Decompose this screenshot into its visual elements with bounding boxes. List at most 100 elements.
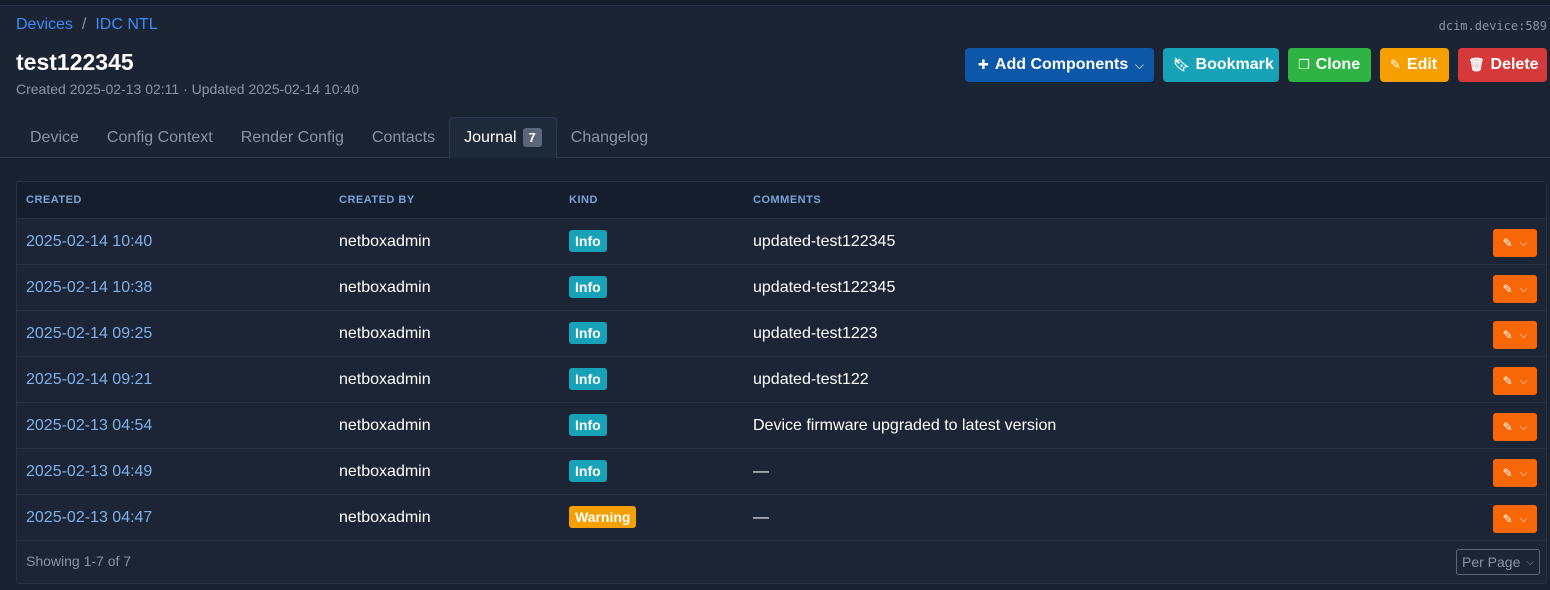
tab-label: Render Config [240,128,344,146]
table-row: 2025-02-14 10:40 netboxadmin Info updated-t… [17,219,1546,265]
kind-badge: Warning [569,505,637,528]
column-kind[interactable]: KIND [569,194,598,206]
journal-entry-link[interactable]: 2025-02-13 04:47 [26,509,152,527]
journal-entry-link[interactable]: 2025-02-14 10:38 [26,279,152,297]
comment-cell: updated-test1223 [753,324,878,342]
chevron-down-icon: ⌵ [1519,421,1528,433]
chevron-down-icon: ⌵ [1519,513,1528,525]
delete-button[interactable]: 🗑︎ Delete [1458,48,1547,82]
pencil-icon: ✎ [1502,282,1513,296]
created-by-cell: netboxadmin [339,278,431,296]
table-row: 2025-02-14 09:21 netboxadmin Info updated-t… [17,357,1546,403]
row-edit-dropdown-button[interactable]: ✎ ⌵ [1493,229,1537,257]
chevron-down-icon: ⌵ [1134,57,1144,72]
add-components-button[interactable]: ✚ Add Components ⌵ [965,48,1154,82]
created-by-cell: netboxadmin [339,508,431,526]
page-title: test122345 [16,49,134,75]
column-created[interactable]: CREATED [26,194,82,206]
created-by-cell: netboxadmin [339,324,431,342]
row-edit-dropdown-button[interactable]: ✎ ⌵ [1493,367,1537,395]
tab-content: CREATED CREATED BY KIND COMMENTS 2025-02… [0,158,1550,590]
journal-entry-link[interactable]: 2025-02-13 04:49 [26,463,152,481]
kind-badge: Info [569,459,607,482]
clone-button[interactable]: ❐ Clone [1288,48,1371,82]
chevron-down-icon: ⌵ [1519,283,1528,295]
delete-label: Delete [1490,56,1539,73]
row-edit-dropdown-button[interactable]: ✎ ⌵ [1493,275,1537,303]
comment-cell: — [753,508,769,526]
row-edit-dropdown-button[interactable]: ✎ ⌵ [1493,413,1537,441]
object-identifier: dcim.device:589 [1438,19,1547,33]
column-created-by[interactable]: CREATED BY [339,194,415,206]
table-row: 2025-02-14 10:38 netboxadmin Info updated-t… [17,265,1546,311]
kind-badge: Info [569,275,607,298]
created-by-cell: netboxadmin [339,232,431,250]
created-by-cell: netboxadmin [339,370,431,388]
comment-cell: updated-test122345 [753,278,896,296]
tab-label: Device [30,128,79,146]
trash-icon: 🗑︎ [1468,57,1485,72]
comment-cell: updated-test122345 [753,232,896,250]
table-header: CREATED CREATED BY KIND COMMENTS [17,182,1546,219]
copy-icon: ❐ [1298,57,1310,72]
per-page-dropdown[interactable]: Per Page ⌵ [1456,549,1540,575]
action-buttons: ✚ Add Components ⌵ 🔖︎ Bookmark ❐ Clone ✎… [965,48,1547,82]
kind-badge: Info [569,413,607,436]
tab-changelog[interactable]: Changelog [557,117,662,158]
pencil-icon: ✎ [1502,466,1513,480]
chevron-down-icon: ⌵ [1519,237,1528,249]
tab-label: Journal [464,128,517,146]
row-edit-dropdown-button[interactable]: ✎ ⌵ [1493,459,1537,487]
edit-label: Edit [1406,56,1438,73]
chevron-down-icon: ⌵ [1519,329,1528,341]
tab-journal[interactable]: Journal 7 [449,117,557,158]
table-row: 2025-02-13 04:47 netboxadmin Warning — ✎ ⌵ [17,495,1546,541]
journal-entry-link[interactable]: 2025-02-13 04:54 [26,417,152,435]
kind-badge: Info [569,321,607,344]
pencil-icon: ✎ [1502,328,1513,342]
tab-label: Contacts [371,128,436,146]
row-edit-dropdown-button[interactable]: ✎ ⌵ [1493,505,1537,533]
journal-table-card: CREATED CREATED BY KIND COMMENTS 2025-02… [16,181,1547,584]
kind-badge: Info [569,367,607,390]
tab-render-config[interactable]: Render Config [227,117,358,158]
breadcrumb-site-link[interactable]: IDC NTL [95,16,157,34]
tab-contacts[interactable]: Contacts [358,117,449,158]
table-body: 2025-02-14 10:40 netboxadmin Info updated-t… [17,219,1546,541]
breadcrumb-devices-link[interactable]: Devices [16,16,73,34]
comment-cell: Device firmware upgraded to latest versi… [753,416,1057,434]
tab-config-context[interactable]: Config Context [93,117,227,158]
tab-device[interactable]: Device [16,117,93,158]
tab-label: Changelog [570,128,649,146]
edit-button[interactable]: ✎ Edit [1380,48,1449,82]
bookmark-label: Bookmark [1195,56,1274,73]
pencil-icon: ✎ [1502,374,1513,388]
journal-entry-link[interactable]: 2025-02-14 10:40 [26,233,152,251]
pencil-icon: ✎ [1502,512,1513,526]
table-row: 2025-02-14 09:25 netboxadmin Info updated-t… [17,311,1546,357]
pagination-summary: Showing 1-7 of 7 [26,553,132,569]
tab-bar: Device Config Context Render Config Cont… [0,117,1550,158]
bookmark-icon: 🔖︎ [1173,57,1190,72]
journal-entry-link[interactable]: 2025-02-14 09:25 [26,325,152,343]
journal-count-badge: 7 [522,128,542,147]
bookmark-button[interactable]: 🔖︎ Bookmark [1163,48,1279,82]
pencil-icon: ✎ [1502,236,1513,250]
table-row: 2025-02-13 04:54 netboxadmin Info Device fi… [17,403,1546,449]
tab-label: Config Context [106,128,213,146]
comment-cell: — [753,462,769,480]
chevron-down-icon: ⌵ [1519,467,1528,479]
chevron-down-icon: ⌵ [1526,556,1534,568]
created-updated-meta: Created 2025-02-13 02:11 · Updated 2025-… [16,81,359,97]
journal-entry-link[interactable]: 2025-02-14 09:21 [26,371,152,389]
comment-cell: updated-test122 [753,370,869,388]
row-edit-dropdown-button[interactable]: ✎ ⌵ [1493,321,1537,349]
column-comments[interactable]: COMMENTS [753,194,821,206]
breadcrumb-separator: / [81,16,87,33]
kind-badge: Info [569,229,607,252]
breadcrumb: Devices / IDC NTL [16,16,158,34]
pencil-icon: ✎ [1502,420,1513,434]
top-bar [0,0,1550,6]
plus-icon: ✚ [978,57,989,72]
chevron-down-icon: ⌵ [1519,375,1528,387]
